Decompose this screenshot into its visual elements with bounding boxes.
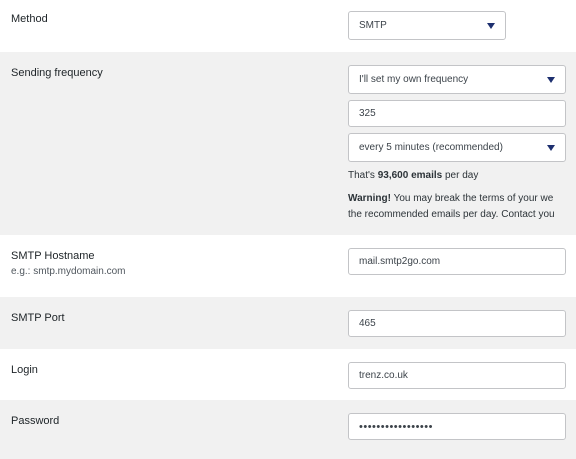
warning-line2: the recommended emails per day. Contact … — [348, 209, 555, 220]
login-label: Login — [11, 364, 38, 376]
chevron-down-icon — [487, 22, 495, 29]
smtp-hostname-row: SMTP Hostname e.g.: smtp.mydomain.com ma… — [0, 235, 576, 297]
smtp-port-label: SMTP Port — [11, 312, 65, 324]
password-label: Password — [11, 415, 60, 427]
password-row: Password ••••••••••••••••• — [0, 400, 576, 459]
smtp-port-row: SMTP Port 465 — [0, 297, 576, 349]
login-row: Login trenz.co.uk — [0, 349, 576, 400]
summary-value: 93,600 emails — [377, 170, 443, 181]
warning-line1: You may break the terms of your we — [393, 193, 554, 204]
chevron-down-icon — [547, 144, 555, 151]
password-input[interactable]: ••••••••••••••••• — [348, 413, 566, 440]
frequency-mode-value: I'll set my own frequency — [359, 74, 469, 85]
smtp-hostname-label: SMTP Hostname — [11, 250, 95, 262]
emails-count-value: 325 — [359, 108, 376, 119]
emails-count-input[interactable]: 325 — [348, 100, 566, 127]
frequency-mode-select[interactable]: I'll set my own frequency — [348, 65, 566, 94]
method-row: Method SMTP — [0, 0, 576, 52]
frequency-warning: Warning! You may break the terms of your… — [348, 191, 555, 223]
method-select[interactable]: SMTP — [348, 11, 506, 40]
chevron-down-icon — [547, 76, 555, 83]
smtp-hostname-input[interactable]: mail.smtp2go.com — [348, 248, 566, 275]
interval-select[interactable]: every 5 minutes (recommended) — [348, 133, 566, 162]
password-value: ••••••••••••••••• — [359, 420, 433, 433]
login-value: trenz.co.uk — [359, 370, 408, 381]
smtp-port-value: 465 — [359, 318, 376, 329]
sending-frequency-row: Sending frequency I'll set my own freque… — [0, 52, 576, 235]
summary-suffix: per day — [444, 170, 479, 181]
method-selected-value: SMTP — [359, 20, 387, 31]
sending-frequency-label: Sending frequency — [11, 67, 103, 79]
interval-value: every 5 minutes (recommended) — [359, 142, 503, 153]
frequency-summary: That's 93,600 emails per day — [348, 170, 478, 181]
method-label: Method — [11, 13, 48, 25]
smtp-port-input[interactable]: 465 — [348, 310, 566, 337]
summary-prefix: That's — [348, 170, 375, 181]
smtp-hostname-description: e.g.: smtp.mydomain.com — [11, 266, 126, 277]
smtp-hostname-value: mail.smtp2go.com — [359, 256, 441, 267]
warning-bold: Warning! — [348, 193, 391, 204]
login-input[interactable]: trenz.co.uk — [348, 362, 566, 389]
